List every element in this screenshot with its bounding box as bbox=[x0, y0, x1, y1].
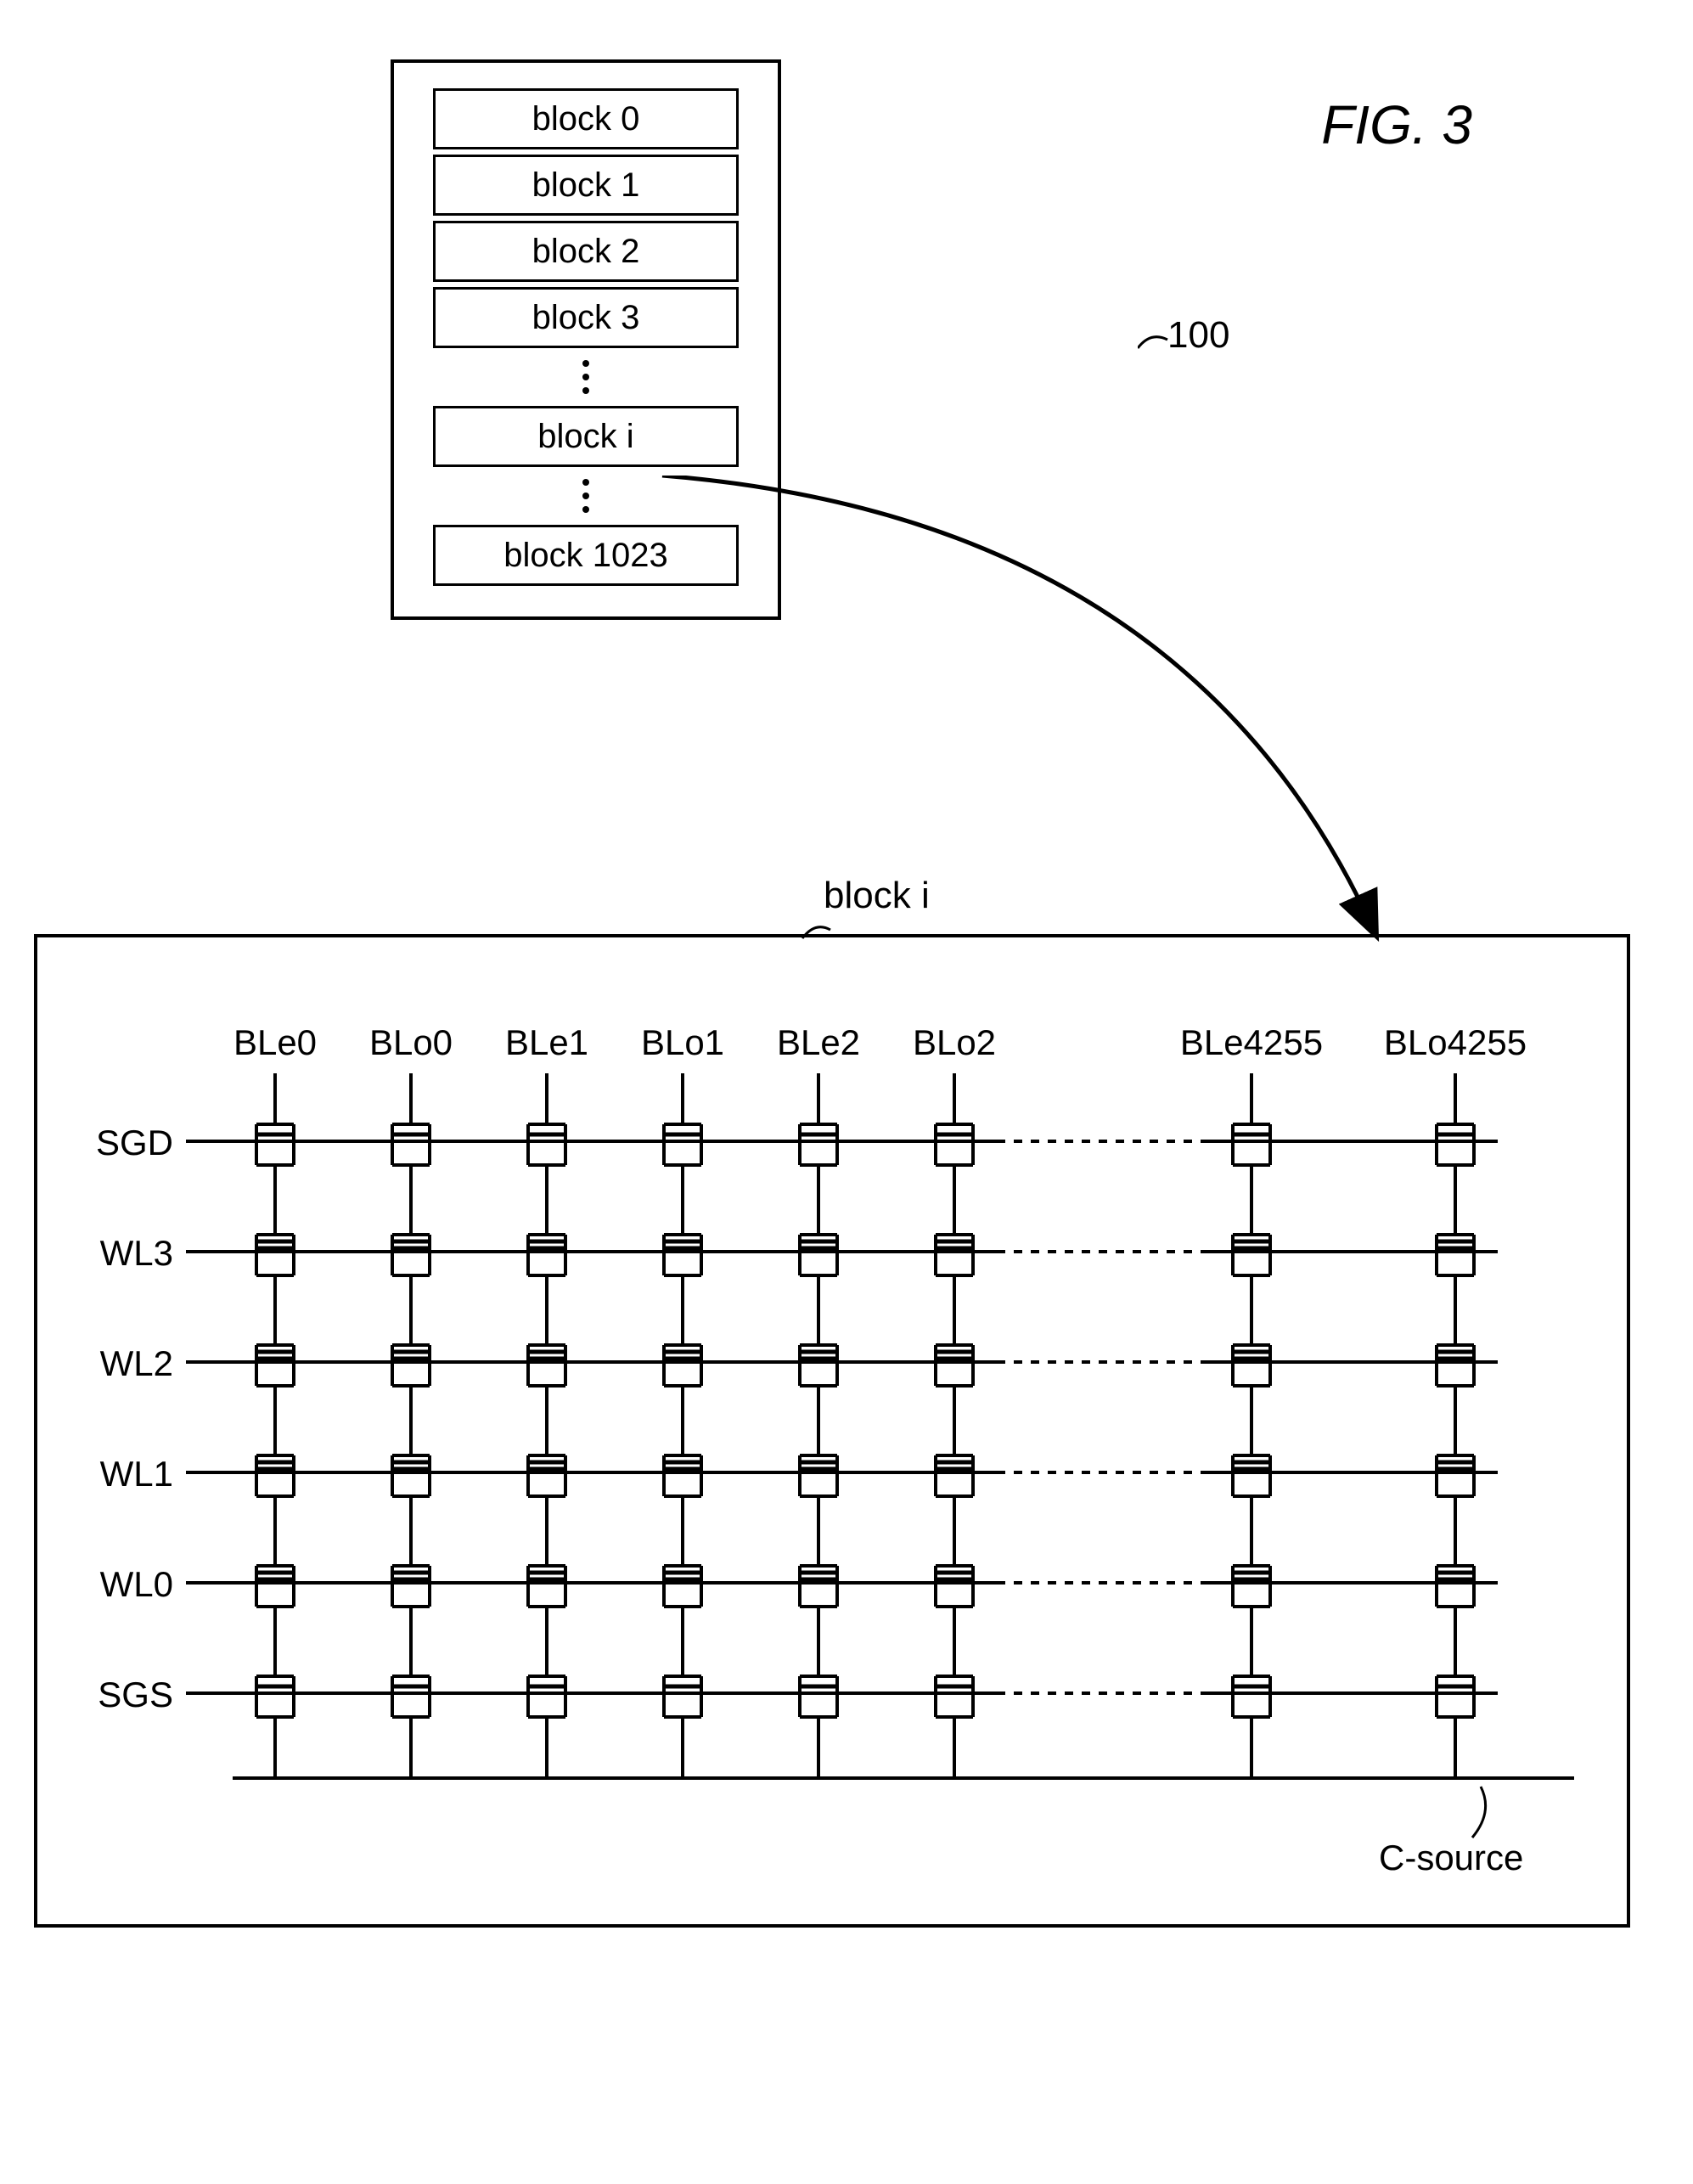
block-0: block 0 bbox=[433, 88, 739, 149]
block-3: block 3 bbox=[433, 287, 739, 348]
block-1023: block 1023 bbox=[433, 525, 739, 586]
vertical-ellipsis bbox=[582, 360, 589, 394]
block-i: block i bbox=[433, 406, 739, 467]
vertical-ellipsis bbox=[582, 479, 589, 513]
nand-string-circuit bbox=[37, 937, 1634, 1931]
reference-tick bbox=[1138, 323, 1172, 357]
block-1: block 1 bbox=[433, 155, 739, 216]
block-2: block 2 bbox=[433, 221, 739, 282]
memory-block-array: block 0 block 1 block 2 block 3 block i … bbox=[391, 59, 781, 620]
block-detail-box: SGD WL3 WL2 WL1 WL0 SGS BLe0 BLo0 BLe1 B… bbox=[34, 934, 1630, 1928]
block-detail-section: block i SGD WL3 WL2 WL1 WL0 SGS BLe0 BLo… bbox=[34, 934, 1659, 1928]
reference-number-100: 100 bbox=[1167, 314, 1229, 357]
detail-title: block i bbox=[824, 875, 930, 917]
block-array-section: block 0 block 1 block 2 block 3 block i … bbox=[391, 59, 1659, 620]
